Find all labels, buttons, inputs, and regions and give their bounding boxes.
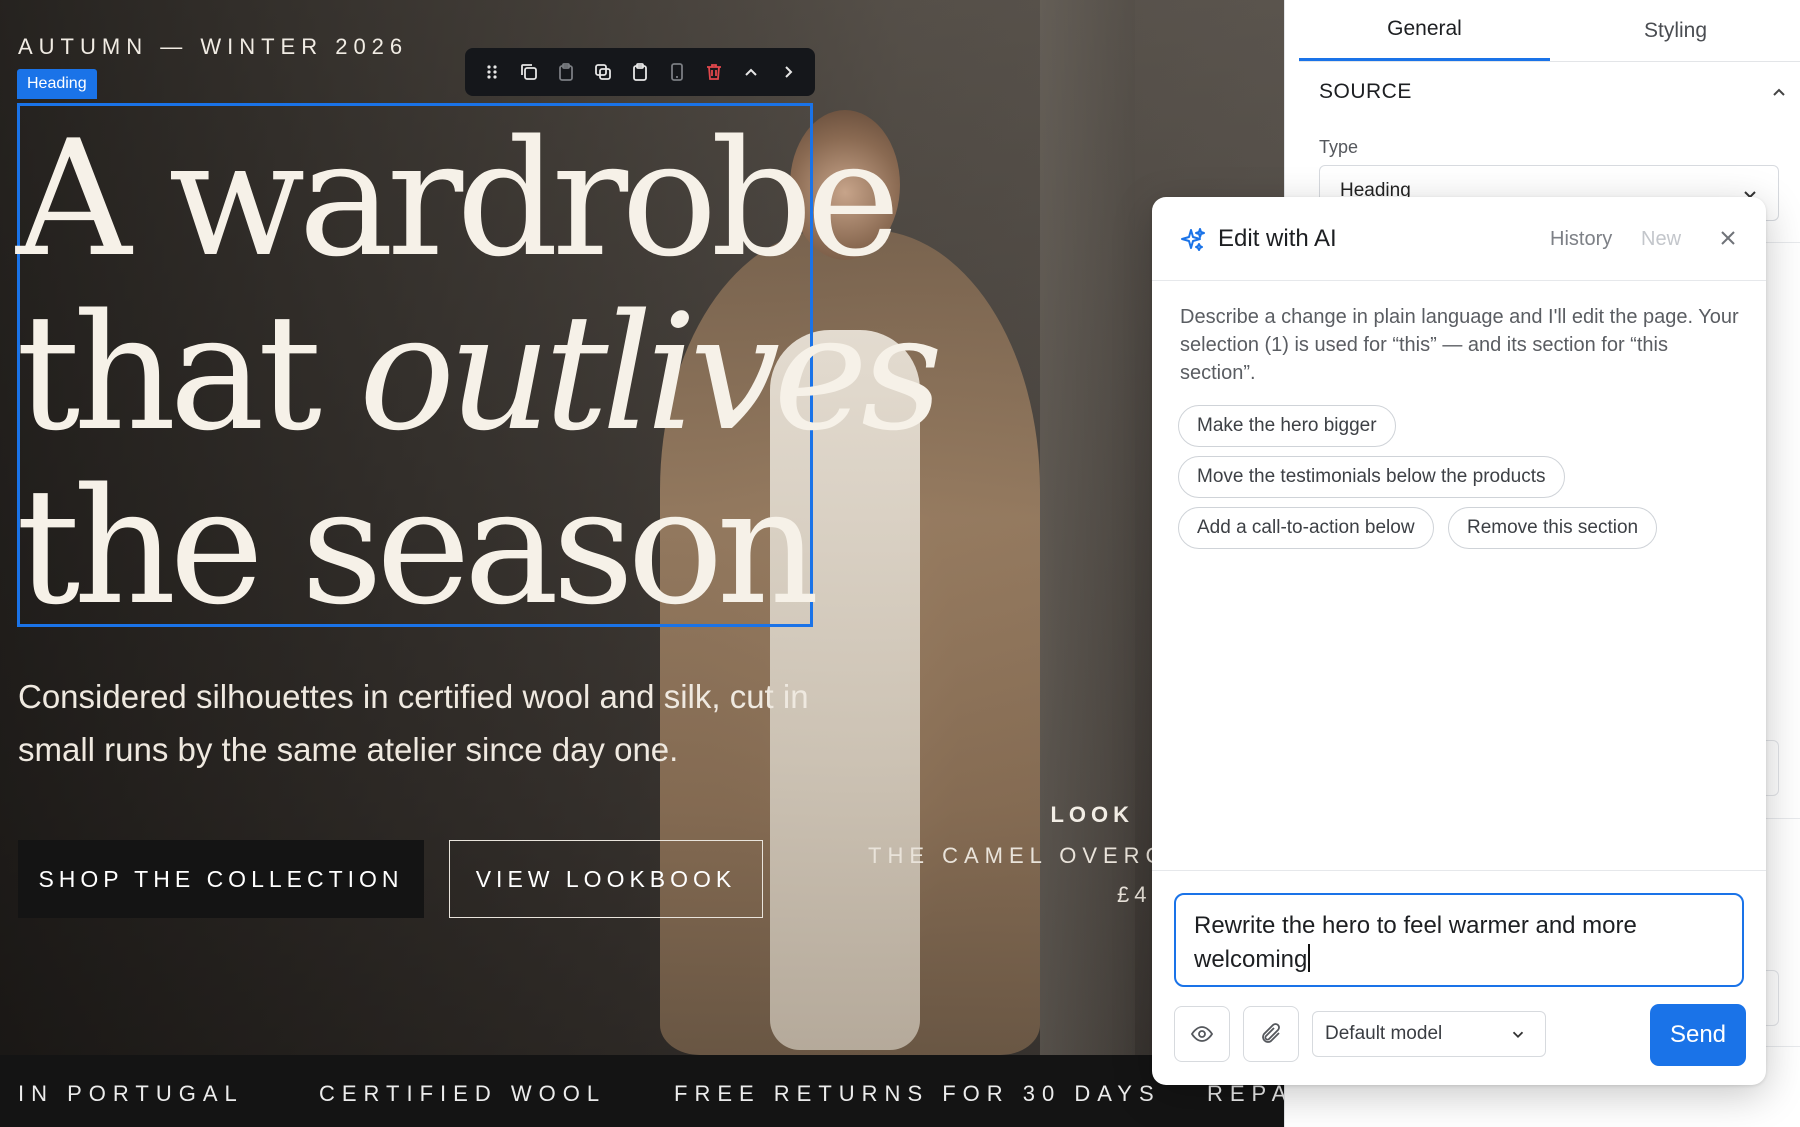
ai-description: Describe a change in plain language and … (1180, 306, 1739, 384)
type-label: Type (1319, 137, 1359, 157)
copy-icon[interactable] (588, 57, 618, 87)
ai-prompt-text: Rewrite the hero to feel warmer and more… (1194, 912, 1637, 973)
chevron-up-icon (1773, 88, 1785, 96)
selection-type-tag: Heading (17, 69, 97, 99)
duplicate-icon[interactable] (514, 57, 544, 87)
text-caret (1308, 944, 1310, 972)
hero-headline[interactable]: A wardrobe that outlives the season (16, 105, 943, 640)
close-icon[interactable] (1717, 227, 1739, 249)
page-canvas: AUTUMN — WINTER 2026 Heading A wardrobe … (0, 0, 1284, 1127)
tab-general[interactable]: General (1299, 0, 1550, 61)
suggestion-chip[interactable]: Move the testimonials below the products (1178, 456, 1565, 498)
clipboard-icon[interactable] (625, 57, 655, 87)
source-section-header[interactable]: SOURCE (1319, 80, 1789, 104)
edit-with-ai-dialog: Edit with AI History New Describe a chan… (1152, 197, 1766, 1085)
move-up-icon[interactable] (736, 57, 766, 87)
marquee-item: IN PORTUGAL (18, 1081, 244, 1106)
model-select-value: Default model (1325, 1023, 1443, 1044)
headline-line-2-plain: that (16, 279, 322, 466)
hero-eyebrow[interactable]: AUTUMN — WINTER 2026 (18, 34, 408, 60)
settings-tabs: General Styling (1299, 0, 1800, 62)
headline-line-1: A wardrobe (16, 105, 901, 292)
delete-icon[interactable] (699, 57, 729, 87)
shop-collection-button[interactable]: SHOP THE COLLECTION (18, 840, 424, 918)
sparkle-icon (1181, 228, 1205, 251)
marquee-bar: IN PORTUGAL CERTIFIED WOOL FREE RETURNS … (0, 1055, 1284, 1127)
headline-line-3: the season (16, 453, 820, 640)
ai-divider (1152, 870, 1766, 871)
marquee-item: FREE RETURNS FOR 30 DAYS (674, 1081, 1161, 1106)
paste-icon[interactable] (551, 57, 581, 87)
hero-subcopy[interactable]: Considered silhouettes in certified wool… (18, 670, 818, 776)
suggestion-chip[interactable]: Remove this section (1448, 507, 1658, 549)
headline-line-2: that outlives (16, 286, 943, 460)
ai-dialog-title: Edit with AI (1218, 225, 1337, 252)
suggestion-chip[interactable]: Make the hero bigger (1178, 405, 1396, 447)
mobile-icon[interactable] (662, 57, 692, 87)
attach-button[interactable] (1243, 1006, 1299, 1062)
look-price: £4 (1117, 882, 1152, 907)
look-label: LOOK (1050, 802, 1134, 827)
marquee-item: CERTIFIED WOOL (319, 1081, 607, 1106)
ai-dialog-header: Edit with AI History New (1152, 197, 1766, 281)
headline-line-2-italic: outlives (358, 279, 943, 466)
view-lookbook-button[interactable]: VIEW LOOKBOOK (449, 840, 763, 918)
ai-prompt-input[interactable]: Rewrite the hero to feel warmer and more… (1174, 893, 1744, 987)
model-select[interactable]: Default model (1312, 1011, 1546, 1057)
paperclip-icon (1262, 1023, 1280, 1043)
element-toolbar (465, 48, 815, 96)
look-name: THE CAMEL OVERCO (868, 843, 1191, 868)
tab-styling[interactable]: Styling (1550, 0, 1800, 61)
send-button[interactable]: Send (1650, 1004, 1746, 1066)
next-icon[interactable] (773, 57, 803, 87)
preview-toggle-button[interactable] (1174, 1006, 1230, 1062)
eye-icon (1190, 1026, 1214, 1042)
history-link[interactable]: History (1550, 228, 1612, 251)
new-link[interactable]: New (1641, 228, 1681, 251)
suggestion-chip[interactable]: Add a call-to-action below (1178, 507, 1434, 549)
chevron-down-icon (1512, 1031, 1524, 1038)
source-section-title: SOURCE (1319, 80, 1412, 103)
drag-handle-icon[interactable] (477, 57, 507, 87)
